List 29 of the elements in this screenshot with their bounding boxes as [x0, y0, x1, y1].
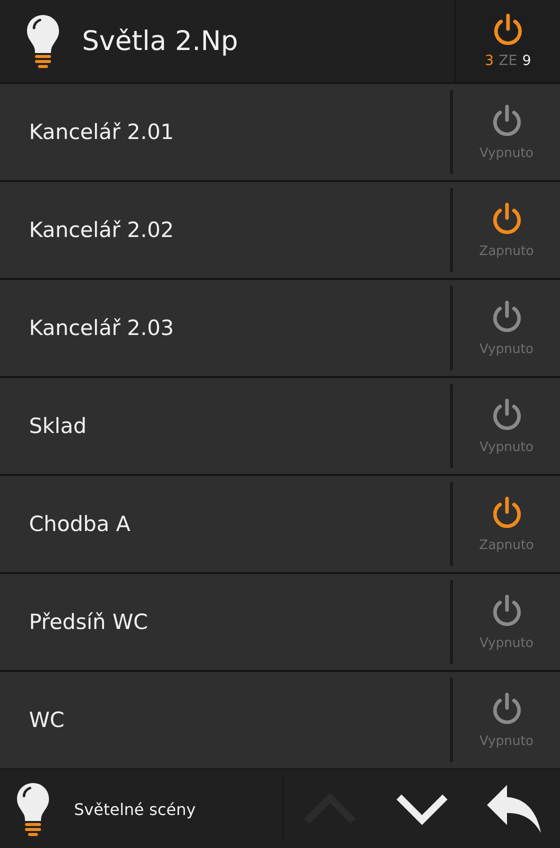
on-count: 3 [484, 53, 494, 69]
status-label: Vypnuto [479, 734, 534, 748]
power-toggle-button[interactable]: Vypnuto [453, 280, 560, 376]
status-label: Vypnuto [479, 636, 534, 650]
status-label: Vypnuto [479, 342, 534, 356]
light-name: WC [28, 708, 66, 732]
of-label: ZE [498, 53, 518, 69]
scenes-button[interactable]: Světelné scény [0, 771, 282, 847]
light-name: Kancelář 2.01 [28, 120, 175, 144]
light-name: Předsíň WC [28, 610, 149, 634]
light-bulb-icon [16, 782, 50, 836]
power-toggle-button[interactable]: Zapnuto [453, 182, 560, 278]
light-name: Kancelář 2.03 [28, 316, 175, 340]
power-toggle-button[interactable]: Vypnuto [453, 574, 560, 670]
status-label: Zapnuto [479, 538, 534, 552]
status-label: Vypnuto [479, 440, 534, 454]
light-name: Chodba A [28, 512, 132, 536]
status-label: Zapnuto [479, 244, 534, 258]
page-title: Světla 2.Np [82, 26, 238, 56]
total-count: 9 [522, 53, 532, 69]
light-name: Kancelář 2.02 [28, 218, 175, 242]
power-toggle-button[interactable]: Vypnuto [453, 378, 560, 474]
status-label: Vypnuto [479, 146, 534, 160]
back-arrow-icon [487, 785, 541, 833]
light-name: Sklad [28, 414, 88, 438]
power-toggle-button[interactable]: Vypnuto [453, 84, 560, 180]
power-toggle-button[interactable]: Zapnuto [453, 476, 560, 572]
power-toggle-button[interactable]: Vypnuto [453, 672, 560, 768]
light-bulb-icon [26, 14, 60, 68]
